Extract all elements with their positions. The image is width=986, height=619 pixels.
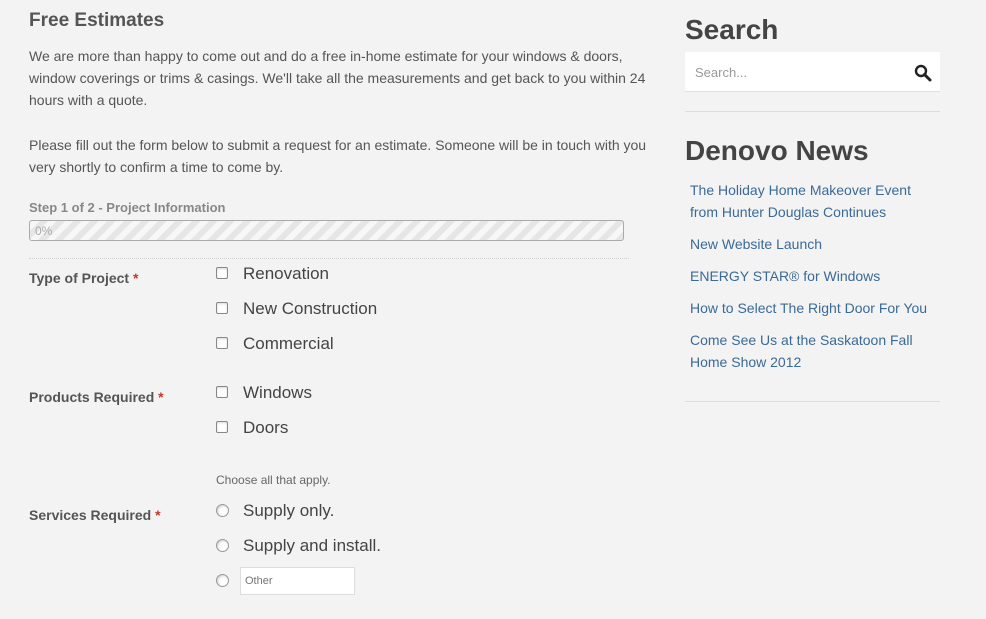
news-item[interactable]: New Website Launch [690, 233, 940, 255]
radio-other[interactable] [216, 574, 229, 587]
type-of-project-label: Type of Project * [29, 270, 138, 286]
radio-supply-and-install[interactable] [216, 539, 229, 552]
option-label[interactable]: Windows [243, 383, 312, 403]
checkbox-renovation[interactable] [216, 267, 228, 279]
progress-bar: 0% [29, 220, 624, 241]
option-label[interactable]: Commercial [243, 334, 334, 354]
search-icon[interactable] [914, 64, 932, 82]
sidebar-divider [685, 111, 940, 112]
required-marker: * [155, 507, 161, 523]
checkbox-doors[interactable] [216, 421, 228, 433]
products-required-label-text: Products Required [29, 389, 155, 405]
services-required-label-text: Services Required [29, 507, 152, 523]
intro-paragraph: We are more than happy to come out and d… [29, 48, 646, 108]
news-title: Denovo News [685, 135, 869, 166]
checkbox-commercial[interactable] [216, 337, 228, 349]
search-input[interactable]: Search... [695, 65, 747, 80]
option-label[interactable]: Renovation [243, 264, 329, 284]
option-label[interactable]: Supply and install. [243, 536, 381, 556]
checkbox-new-construction[interactable] [216, 302, 228, 314]
news-item[interactable]: How to Select The Right Door For You [690, 297, 940, 319]
type-of-project-label-text: Type of Project [29, 270, 130, 286]
option-label[interactable]: Supply only. [243, 501, 334, 521]
instructions-paragraph: Please fill out the form below to submit… [29, 137, 647, 175]
search-box[interactable]: Search... [685, 52, 940, 92]
option-label[interactable]: Doors [243, 418, 288, 438]
progress-text: 0% [35, 224, 53, 238]
news-item[interactable]: The Holiday Home Makeover Event from Hun… [690, 179, 940, 223]
required-marker: * [158, 389, 164, 405]
divider [29, 258, 629, 259]
other-input[interactable] [240, 567, 355, 595]
search-title: Search [685, 14, 779, 45]
required-marker: * [132, 270, 139, 286]
page-title: Free Estimates [29, 10, 165, 31]
option-label[interactable]: New Construction [243, 299, 377, 319]
checkbox-windows[interactable] [216, 386, 228, 398]
news-item[interactable]: ENERGY STAR® for Windows [690, 265, 940, 287]
news-item[interactable]: Come See Us at the Saskatoon Fall Home S… [690, 329, 940, 373]
sidebar-divider [685, 401, 940, 402]
step-indicator: Step 1 of 2 - Project Information [29, 200, 226, 215]
services-required-label: Services Required * [29, 507, 161, 523]
products-hint: Choose all that apply. [216, 473, 331, 487]
products-required-label: Products Required * [29, 389, 164, 405]
radio-supply-only[interactable] [216, 504, 229, 517]
